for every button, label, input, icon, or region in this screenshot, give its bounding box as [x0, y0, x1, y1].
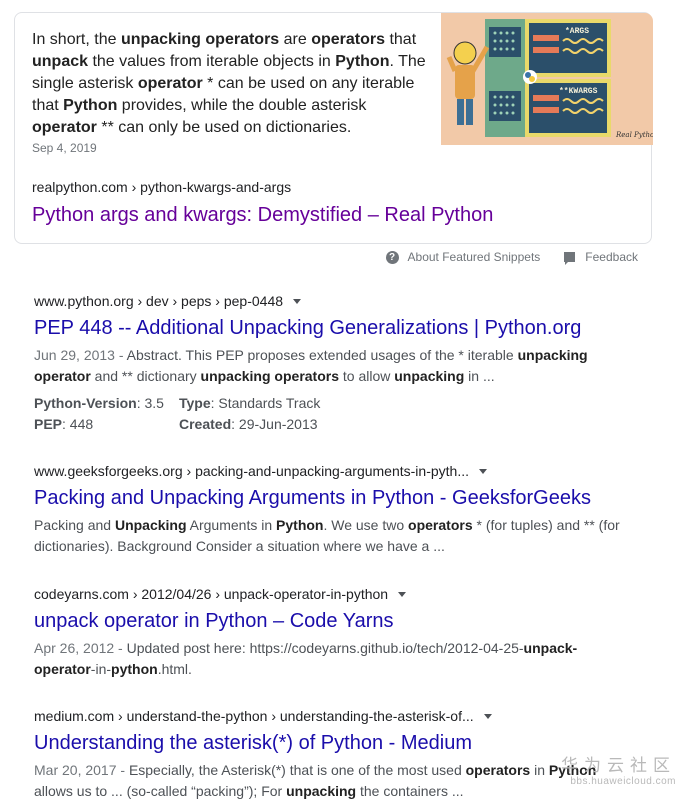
result-cite: www.python.org › dev › peps › pep-0448 — [34, 291, 634, 311]
result-cite: codeyarns.com › 2012/04/26 › unpack-oper… — [34, 584, 634, 604]
text-run: are — [279, 31, 312, 48]
result-snippet: Apr 26, 2012 - Updated post here: https:… — [34, 638, 634, 680]
search-result: www.geeksforgeeks.org › packing-and-unpa… — [34, 461, 634, 557]
bold-term: unpack — [32, 53, 89, 70]
fact-value: : Standards Track — [210, 395, 321, 411]
result-url: www.geeksforgeeks.org › packing-and-unpa… — [34, 463, 469, 479]
text-run: Arguments in — [186, 517, 277, 533]
search-result: www.python.org › dev › peps › pep-0448 P… — [34, 291, 634, 435]
result-title-link[interactable]: Packing and Unpacking Arguments in Pytho… — [34, 485, 634, 511]
result-date: Apr 26, 2012 - — [34, 640, 127, 656]
fact-item: Created: 29-Jun-2013 — [179, 414, 379, 435]
text-run: In short, the — [32, 31, 121, 48]
text-run: Especially, the Asterisk(*) that is one … — [128, 762, 466, 778]
result-url: codeyarns.com › 2012/04/26 › unpack-oper… — [34, 586, 389, 602]
text-run: .html. — [157, 661, 192, 677]
snippet-cite: realpython.com › python-kwargs-and-args — [32, 179, 292, 195]
fact-value: : 29-Jun-2013 — [231, 416, 318, 432]
bold-term: operators — [311, 31, 385, 48]
bold-term: Unpacking — [114, 517, 187, 533]
result-date: Jun 29, 2013 - — [34, 347, 127, 363]
result-snippet: Jun 29, 2013 - Abstract. This PEP propos… — [34, 345, 634, 387]
help-icon: ? — [385, 250, 399, 264]
bold-term: unpacking operators — [120, 31, 280, 48]
fact-item: Type: Standards Track — [179, 393, 379, 414]
snippet-thumbnail-image[interactable]: *ARGS **KWARGS Real Python — [441, 13, 653, 145]
text-run: and ** dictionary — [90, 368, 201, 384]
result-facts: Python-Version: 3.5 Type: Standards Trac… — [34, 393, 634, 435]
chevron-down-icon[interactable] — [398, 591, 407, 597]
result-snippet-text: Packing and Unpacking Arguments in Pytho… — [34, 517, 620, 554]
text-run: in — [530, 762, 549, 778]
text-run: provides, while the double asterisk — [117, 97, 367, 114]
result-title-link[interactable]: Understanding the asterisk(*) of Python … — [34, 730, 634, 756]
bold-term: python — [111, 661, 158, 677]
watermark: 华为云社区 bbs.huaweicloud.com — [561, 756, 676, 788]
text-run: . We use two — [323, 517, 409, 533]
fact-value: : 3.5 — [136, 395, 164, 411]
about-featured-snippets-label: About Featured Snippets — [407, 250, 541, 264]
snippet-title-link[interactable]: Python args and kwargs: Demystified – Re… — [32, 202, 493, 228]
kwargs-label: **KWARGS — [559, 87, 598, 96]
fact-item: Python-Version: 3.5 — [34, 393, 179, 414]
search-result: medium.com › understand-the-python › und… — [34, 706, 634, 802]
text-run: Abstract. This PEP proposes extended usa… — [126, 347, 518, 363]
chevron-down-icon[interactable] — [483, 713, 492, 719]
result-date: Mar 20, 2017 - — [34, 762, 129, 778]
bold-term: operator — [137, 75, 203, 92]
args-label: *ARGS — [565, 27, 589, 36]
text-run: Updated post here: https://codeyarns.git… — [126, 640, 524, 656]
image-signature: Real Python — [615, 131, 653, 139]
bold-term: operators — [465, 762, 531, 778]
bold-term: unpacking — [394, 368, 465, 384]
text-run: the values from iterable objects in — [88, 53, 336, 70]
feedback-icon — [564, 252, 576, 265]
text-run: that — [385, 31, 417, 48]
text-run: Packing and — [34, 517, 115, 533]
feedback-link[interactable]: Feedback — [564, 250, 638, 265]
bold-term: Python — [276, 517, 324, 533]
chevron-down-icon[interactable] — [479, 468, 487, 474]
snippet-footer: ? About Featured Snippets Feedback — [362, 250, 638, 265]
result-url: medium.com › understand-the-python › und… — [34, 708, 474, 724]
result-url: www.python.org › dev › peps › pep-0448 — [34, 293, 284, 309]
snippet-text: In short, the unpacking operators are op… — [32, 29, 427, 139]
text-run: in ... — [464, 368, 495, 384]
result-cite: www.geeksforgeeks.org › packing-and-unpa… — [34, 461, 634, 481]
result-title-link[interactable]: PEP 448 -- Additional Unpacking Generali… — [34, 315, 634, 341]
fact-key: Created — [179, 416, 232, 432]
fact-value: : 448 — [62, 416, 94, 432]
fact-key: Python-Version — [34, 395, 137, 411]
featured-snippet-card: In short, the unpacking operators are op… — [14, 12, 653, 244]
bold-term: operator — [32, 119, 97, 136]
text-run: to allow — [339, 368, 395, 384]
watermark-text: 华为云社区 — [561, 756, 676, 776]
about-featured-snippets-link[interactable]: ? About Featured Snippets — [385, 250, 541, 264]
result-title-link[interactable]: unpack operator in Python – Code Yarns — [34, 608, 634, 634]
search-result: codeyarns.com › 2012/04/26 › unpack-oper… — [34, 584, 634, 680]
text-run: ** can only be used on dictionaries. — [96, 119, 352, 136]
result-cite: medium.com › understand-the-python › und… — [34, 706, 634, 726]
result-snippet: Mar 20, 2017 - Especially, the Asterisk(… — [34, 760, 634, 802]
chevron-down-icon[interactable] — [293, 298, 302, 304]
result-snippet: Packing and Unpacking Arguments in Pytho… — [34, 515, 634, 557]
bold-term: operators — [408, 517, 473, 533]
fact-key: Type — [179, 395, 211, 411]
text-run: -in- — [90, 661, 112, 677]
bold-term: unpacking operators — [200, 368, 339, 384]
bold-term: Python — [63, 97, 118, 114]
fact-key: PEP — [34, 416, 63, 432]
fact-item: PEP: 448 — [34, 414, 179, 435]
watermark-url: bbs.huaweicloud.com — [570, 776, 676, 787]
bold-term: Python — [335, 53, 390, 70]
feedback-label: Feedback — [585, 250, 638, 264]
snippet-date: Sep 4, 2019 — [32, 141, 97, 155]
